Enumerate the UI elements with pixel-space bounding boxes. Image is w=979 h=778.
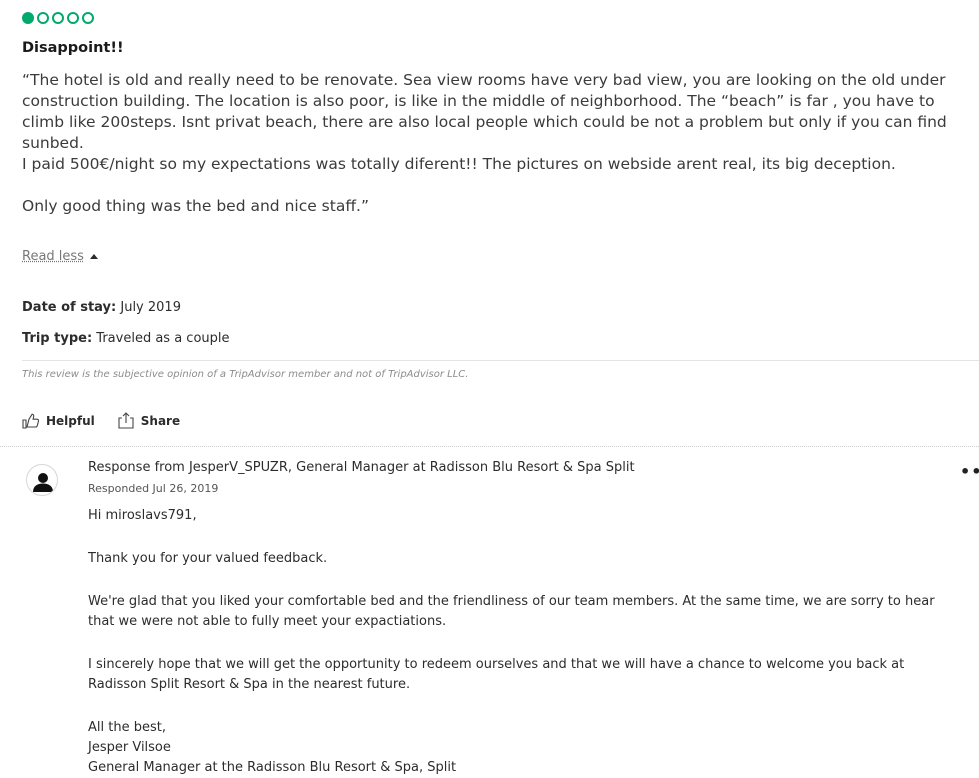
rating-bubble-empty: [52, 12, 64, 24]
review-title: Disappoint!!: [22, 40, 124, 56]
review-paragraph: Only good thing was the bed and nice sta…: [22, 197, 369, 215]
response-date: Responded Jul 26, 2019: [88, 482, 219, 495]
bubble-rating: [22, 12, 94, 24]
response-paragraph: We're glad that you liked your comfortab…: [88, 594, 935, 629]
read-less-link[interactable]: Read less: [22, 249, 84, 264]
response-signer-position: General Manager at the Radisson Blu Reso…: [88, 760, 457, 775]
caret-up-icon: [89, 254, 98, 259]
date-of-stay: Date of stay: July 2019: [22, 300, 181, 315]
review-actions: Helpful Share: [22, 412, 180, 429]
helpful-button[interactable]: Helpful: [22, 412, 95, 429]
response-signer-name: Jesper Vilsoe: [88, 740, 171, 755]
divider: [22, 360, 979, 361]
divider: [0, 446, 979, 447]
share-label: Share: [140, 413, 181, 428]
date-of-stay-label: Date of stay:: [22, 300, 117, 315]
helpful-label: Helpful: [46, 413, 95, 428]
response-signoff: All the best,: [88, 720, 166, 735]
trip-type-label: Trip type:: [22, 331, 93, 346]
rating-bubble-empty: [67, 12, 79, 24]
read-less-toggle[interactable]: Read less: [22, 249, 98, 264]
rating-bubble-empty: [82, 12, 94, 24]
rating-bubble-filled: [22, 12, 34, 24]
trip-type-value: Traveled as a couple: [96, 331, 230, 346]
review-paragraph: “The hotel is old and really need to be …: [22, 71, 947, 173]
response-body: Hi miroslavs791, Thank you for your valu…: [88, 506, 938, 778]
trip-type: Trip type: Traveled as a couple: [22, 331, 230, 346]
paragraph-spacer: [22, 175, 967, 196]
thumbs-up-icon: [22, 413, 40, 429]
share-icon: [118, 412, 134, 429]
response-header: Response from JesperV_SPUZR, General Man…: [88, 460, 635, 475]
review-body: “The hotel is old and really need to be …: [22, 70, 967, 217]
response-greeting: Hi miroslavs791,: [88, 508, 197, 523]
response-paragraph: I sincerely hope that we will get the op…: [88, 657, 905, 692]
date-of-stay-value: July 2019: [120, 300, 181, 315]
share-button[interactable]: Share: [117, 412, 180, 429]
rating-bubble-empty: [37, 12, 49, 24]
more-options-button[interactable]: ••: [960, 462, 979, 481]
response-paragraph: Thank you for your valued feedback.: [88, 551, 328, 566]
review-disclaimer: This review is the subjective opinion of…: [22, 369, 469, 380]
user-avatar-icon: [26, 464, 58, 496]
